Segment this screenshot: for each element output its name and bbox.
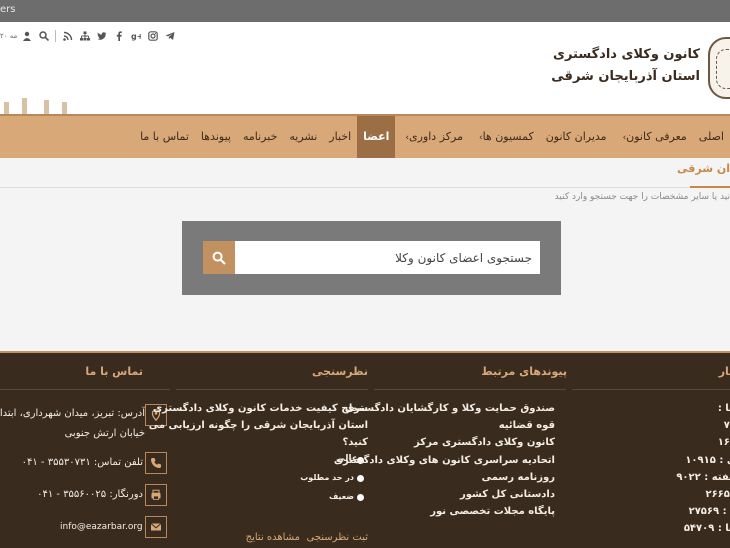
header-date: ۲۰ مه: [0, 32, 18, 40]
nav-item[interactable]: اعضا: [357, 116, 396, 158]
member-search-input[interactable]: جستجوی اعضای کانون وکلا: [235, 241, 540, 274]
links-rule: [374, 389, 566, 390]
nav-item-label: نشریه: [289, 130, 318, 143]
sitemap-icon[interactable]: [76, 29, 93, 43]
divider: [55, 30, 56, 42]
contact-address-line1: آدرس: تبریز، میدان شهرداری، ابتدا: [0, 408, 145, 419]
nav-item[interactable]: تماس با ما: [134, 116, 195, 158]
nav-item-label: خبرنامه: [242, 130, 278, 143]
related-link[interactable]: کانون وکلای دادگستری مرکز: [414, 437, 555, 448]
nav-item[interactable]: اخبار: [323, 116, 357, 158]
svg-text:g+: g+: [131, 32, 141, 41]
user-icon[interactable]: [18, 29, 35, 43]
nav-item-label: اصلی: [698, 130, 724, 143]
google-plus-icon[interactable]: g+: [127, 29, 144, 43]
contact-fax: دورنگار: ۳۵۵۶۰۰۲۵ - ۰۴۱: [37, 489, 143, 500]
poll-option-radio[interactable]: [357, 475, 364, 482]
poll-question-line3: کنید؟: [342, 437, 368, 448]
contact-title: تماس با ما: [85, 365, 143, 378]
skyline-decoration: [0, 94, 70, 114]
nav-item-label: مدیران کانون: [545, 130, 607, 143]
nav-item[interactable]: پیوندها: [195, 116, 237, 158]
nav-item[interactable]: اصلی: [693, 116, 730, 158]
stats-row: ها :: [717, 403, 730, 414]
phone-icon: [145, 452, 167, 474]
nav-item-label: مرکز داوری: [409, 130, 463, 143]
stats-rule: [572, 389, 730, 390]
contact-rule: [0, 389, 170, 390]
stats-row: ۱۶۳: [717, 437, 730, 449]
member-search-panel: جستجوی اعضای کانون وکلا: [182, 221, 561, 295]
search-hint: نید یا سایر مشخصات را جهت جستجو وارد کنی…: [554, 192, 730, 202]
stats-row: ی : ۱۰۹۱۵: [685, 454, 730, 466]
nav-item-label: کمسیون ها: [482, 130, 534, 143]
related-link[interactable]: اتحادیه سراسری کانون های وکلای دادگستری: [334, 455, 555, 466]
fax-icon: [145, 484, 167, 506]
instagram-icon[interactable]: [144, 29, 161, 43]
contact-address-line2: خیابان ارتش جنوبی: [64, 428, 145, 439]
nav-item[interactable]: خبرنامه: [237, 116, 283, 158]
nav-item-label: پیوندها: [200, 130, 231, 143]
site-title-line1: کانون وکلای دادگستری: [553, 47, 700, 62]
topbar-text: ers: [0, 4, 16, 15]
related-link[interactable]: صندوق حمایت وکلا و کارگشایان دادگستری: [345, 403, 555, 414]
stats-title: مار: [718, 365, 730, 378]
contact-phone: تلفن تماس: ۳۵۵۳۰۷۳۱ - ۰۴۱: [21, 457, 143, 468]
poll-question-line1: سطح کیفیت خدمات کانون وکلای دادگستری: [153, 403, 368, 414]
related-link[interactable]: پایگاه مجلات تخصصی نور: [430, 506, 555, 517]
poll-option-radio[interactable]: [357, 494, 364, 501]
twitter-icon[interactable]: [93, 29, 110, 43]
rss-icon[interactable]: [59, 29, 76, 43]
poll-submit-link[interactable]: ثبت نظرسنجی: [307, 532, 369, 543]
nav-item-label: تماس با ما: [140, 130, 189, 143]
site-title[interactable]: کانون وکلای دادگستری استان آذربایجان شرق…: [551, 44, 700, 88]
bar-association-logo[interactable]: [708, 37, 730, 99]
telegram-icon[interactable]: [161, 29, 178, 43]
browser-topbar: ers: [0, 0, 730, 22]
nav-item[interactable]: مدیران کانون: [540, 116, 613, 158]
nav-item[interactable]: مرکز داوری›: [395, 116, 469, 158]
breadcrumb-divider: [0, 186, 730, 188]
social-bar: ۲۰ مه g+: [0, 28, 178, 44]
facebook-icon[interactable]: [110, 29, 127, 43]
nav-item[interactable]: نشریه: [283, 116, 323, 158]
email-icon: [145, 516, 167, 538]
stats-row: ها : ۵۴۷۰۹: [683, 523, 730, 535]
breadcrumb[interactable]: ان شرقی: [677, 162, 730, 186]
poll-title: نظرسنجی: [311, 365, 368, 378]
contact-email[interactable]: info@eazarbar.org: [60, 522, 143, 532]
nav-item-label: اخبار: [329, 130, 352, 143]
poll-rule: [176, 389, 368, 390]
search-icon[interactable]: [35, 29, 52, 43]
nav-item[interactable]: کمسیون ها›: [469, 116, 540, 158]
poll-results-link[interactable]: مشاهده نتایج: [246, 532, 300, 543]
search-icon: [212, 251, 226, 265]
stats-row: ه : ۲۷۵۶۹: [688, 506, 730, 518]
links-title: پیوندهای مرتبط: [481, 365, 567, 378]
nav-item[interactable]: معرفی کانون›: [613, 116, 693, 158]
site-title-line2: استان آذربایجان شرقی: [551, 69, 700, 84]
stats-row: ۲۶۶۵۲: [705, 489, 730, 500]
site-footer: تماس با ما نظرسنجی پیوندهای مرتبط مار آد…: [0, 351, 730, 548]
related-link[interactable]: روزنامه رسمی: [482, 472, 555, 483]
nav-item-label: معرفی کانون: [626, 130, 687, 143]
nav-list: اصلی معرفی کانون› مدیران کانون کمسیون ها› مر…: [134, 116, 730, 158]
poll-option-label: در حد مطلوب: [300, 473, 354, 482]
search-button[interactable]: [203, 241, 235, 274]
stats-row: هفته : ۹۰۲۲: [676, 471, 730, 483]
poll-option-label: ضعیف: [328, 492, 354, 501]
related-link[interactable]: دادستانی کل کشور: [460, 489, 555, 500]
site-header: ۲۰ مه g+ کانون وکلای دادگستری استان آذرب…: [0, 22, 730, 114]
nav-item-label: اعضا: [363, 130, 390, 143]
poll-question-line2: استان آذربایجان شرقی را چگونه ارزیابی می: [148, 420, 368, 431]
stats-row: ۷۳: [723, 420, 730, 432]
main-navigation: اصلی معرفی کانون› مدیران کانون کمسیون ها› مر…: [0, 114, 730, 158]
related-link[interactable]: قوه قضائیه: [499, 420, 555, 431]
